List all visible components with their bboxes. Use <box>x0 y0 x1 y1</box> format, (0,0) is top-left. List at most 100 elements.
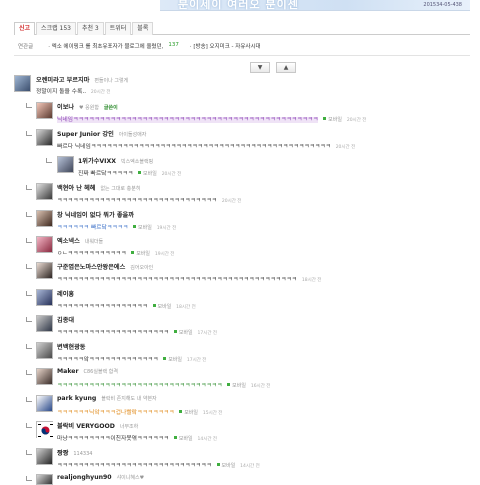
comment-author-sub: 블락비 존지해도 내 약본자 <box>101 396 157 402</box>
related-label: 연관글 <box>18 44 34 50</box>
comment-author-sub: 김어오아인 <box>130 265 154 271</box>
tab-scrap[interactable]: 스크랩 153 <box>36 22 76 35</box>
avatar[interactable] <box>36 342 53 359</box>
comment-text: ㅋㅋㅋㅋㅋㅋ 빠르닼ㅋㅋㅋㅋ 모바일 19시간 전 <box>57 222 176 231</box>
comment-author[interactable]: 레이흥 <box>57 291 74 298</box>
prev-page-button[interactable]: ▲ <box>276 62 296 73</box>
reply-arrow-icon <box>26 397 32 402</box>
avatar[interactable] <box>36 102 53 119</box>
avatar[interactable] <box>36 395 53 412</box>
comment-mobile: 모바일 <box>163 357 182 363</box>
comment-meta: 창 닉네임이 없다 뭐가 좋을까 <box>57 210 134 219</box>
avatar[interactable] <box>57 156 74 173</box>
comment-author[interactable]: 변백현광동 <box>57 344 85 351</box>
comment-author[interactable]: park kyung <box>57 395 96 402</box>
comment-author[interactable]: 구준엽은노마스안왕은에스 <box>57 264 125 271</box>
tab-block[interactable]: 블록 <box>132 22 154 35</box>
avatar[interactable] <box>36 210 53 227</box>
reply-arrow-icon <box>26 317 32 322</box>
comment-body: ㅋㅋㅋㅋㅋㅋ 빠르닼ㅋㅋㅋㅋ <box>57 225 129 231</box>
comment-meta: Super Junior 강인 아이돌성애자 <box>57 129 146 138</box>
comment-body: 빠르다 닉네임ㅋㅋㅋㅋㅋㅋㅋㅋㅋㅋㅋㅋㅋㅋㅋㅋㅋㅋㅋㅋㅋㅋㅋㅋㅋㅋㅋㅋㅋㅋㅋㅋㅋ… <box>57 144 331 150</box>
comment-meta: Maker C86실블랙 합격 <box>57 368 118 375</box>
comment-mobile: 모바일 <box>227 383 246 389</box>
korea-flag-icon <box>37 422 54 439</box>
comment-author-sub: 114334 <box>73 451 93 457</box>
comment-mobile: 모바일 <box>323 117 342 123</box>
comment-time: 19시간 전 <box>154 252 175 257</box>
comment-meta: park kyung 블락비 존지해도 내 약본자 <box>57 395 157 402</box>
tab-twitter[interactable]: 트위터 <box>104 22 132 35</box>
avatar[interactable] <box>36 183 53 200</box>
reply-arrow-icon <box>26 476 32 481</box>
tab-report[interactable]: 신고 <box>14 22 36 35</box>
comment-author-sub: 빅스엑소블랙핑 <box>120 159 154 165</box>
comment-body: 정말이지 돌을 수록.. <box>36 89 87 95</box>
comment-time: 15시간 전 <box>202 411 223 416</box>
comment-mobile: 모바일 <box>153 304 172 310</box>
banner-code: 201534-05-438 <box>423 2 462 8</box>
avatar[interactable] <box>36 129 53 146</box>
comment-author-sub: 내워더들 <box>84 239 104 245</box>
comment-author[interactable]: 이보나 <box>57 104 74 111</box>
reply-arrow-icon <box>26 291 32 296</box>
reply-arrow-icon <box>46 158 52 163</box>
comment-mobile: 모바일 <box>174 330 193 336</box>
comment-author[interactable]: 창 닉네임이 없다 뭐가 좋을까 <box>57 212 134 219</box>
related-item[interactable]: · 엑소 에이핑크 를 최초유포자가 블로그에 올렸던, <box>48 42 163 50</box>
next-page-button[interactable]: ▼ <box>250 62 270 73</box>
divider <box>14 55 470 56</box>
top-banner[interactable]: 분이세이 여러오 분이센 201534-05-438 <box>160 0 470 11</box>
comment-meta: 김종대 <box>57 315 74 324</box>
comment-time: 14시간 전 <box>197 437 218 442</box>
comment-text: ㅋㅋㅋㅋㅋㅋㅋㅋㅋㅋㅋㅋㅋㅋㅋㅋㅋㅋㅋㅋㅋㅋㅋㅋㅋㅋㅋㅋㅋㅋㅋ 모바일 16시간… <box>57 380 270 389</box>
related-item[interactable]: · [방송] 오지미크 - 자유사시대 <box>190 42 261 50</box>
comment-author[interactable]: Super Junior 강인 <box>57 131 114 138</box>
comment-time: 20시간 전 <box>221 199 242 204</box>
comment-text: ㅋㅋㅋㅋㅋㅋㅋㅋㅋㅋㅋㅋㅋㅋㅋㅋㅋㅋㅋㅋㅋㅋㅋㅋㅋㅋㅋㅋㅋㅋㅋㅋㅋㅋㅋㅋㅋㅋㅋㅋ… <box>57 274 321 283</box>
reply-arrow-icon <box>26 185 32 190</box>
reply-arrow-icon <box>26 450 32 455</box>
reply-arrow-icon <box>26 212 32 217</box>
comment-text: ㅋㅋㅋㅋㅋㅋㅋㅋㅋㅋㅋㅋㅋㅋㅋㅋㅋㅋㅋㅋㅋ 모바일 17시간 전 <box>57 327 217 336</box>
comment-mobile: 모바일 <box>138 171 157 177</box>
comment-meta: 구준엽은노마스안왕은에스 김어오아인 <box>57 262 153 271</box>
comment-time: 16시간 전 <box>250 384 271 389</box>
comment-author[interactable]: 오렌미라고 부르지마 <box>36 77 89 84</box>
comment-text: 닉네임ㅋㅋㅋㅋㅋㅋㅋㅋㅋㅋㅋㅋㅋㅋㅋㅋㅋㅋㅋㅋㅋㅋㅋㅋㅋㅋㅋㅋㅋㅋㅋㅋㅋㅋㅋㅋㅋ… <box>57 114 366 123</box>
reply-arrow-icon <box>26 103 32 108</box>
comment-author[interactable]: 1위가수VIXX <box>78 158 116 165</box>
comment-author[interactable]: 김종대 <box>57 317 74 324</box>
tab-recommend[interactable]: 추천 3 <box>76 22 104 35</box>
comment-author[interactable]: 짱짱 <box>57 450 68 457</box>
avatar[interactable] <box>36 448 53 465</box>
action-tabs: 신고 스크랩 153 추천 3 트위터 블록 <box>14 22 470 35</box>
reply-arrow-icon <box>26 423 32 428</box>
avatar[interactable] <box>36 262 53 279</box>
comment-time: 20시간 전 <box>346 118 367 123</box>
comment-time: 18시간 전 <box>176 305 196 310</box>
reply-arrow-icon <box>26 370 32 375</box>
reply-arrow-icon <box>26 238 32 243</box>
author-badge: 글쓴이 <box>103 105 118 111</box>
comment-time: 18시간 전 <box>301 278 322 283</box>
comment-time: 20시간 전 <box>335 145 356 150</box>
comment-author-sub: 아이돌성애자 <box>118 132 147 138</box>
avatar[interactable] <box>36 421 54 439</box>
avatar[interactable] <box>36 236 53 253</box>
comment-author[interactable]: Maker <box>57 368 79 375</box>
comment-mobile: 모바일 <box>217 463 236 469</box>
comment-text: ㅋㅋㅋㅋㅋㅋㅋㅋㅋㅋㅋㅋㅋㅋㅋㅋㅋㅋㅋㅋㅋㅋㅋㅋㅋㅋㅋㅋㅋ 모바일 14시간 전 <box>57 460 260 469</box>
comment-author[interactable]: 엑소넥스 <box>57 238 80 245</box>
avatar[interactable] <box>36 474 53 485</box>
avatar[interactable] <box>36 315 53 332</box>
comment-author[interactable]: 블락비 VERYGOOD <box>57 423 115 430</box>
avatar[interactable] <box>36 289 53 306</box>
comment-meta: 백현아 난 헤헤 없는 그대로 충분히 <box>57 183 140 192</box>
comment-author[interactable]: realjonghyun90 <box>57 474 112 481</box>
comment-body: ㅋㅋㅋㅋㅋㅋㅋㅋㅋㅋㅋㅋㅋㅋㅋㅋㅋㅋㅋㅋㅋㅋㅋㅋㅋㅋㅋㅋㅋㅋㅋㅋㅋㅋㅋㅋㅋㅋㅋㅋ… <box>57 277 297 283</box>
avatar[interactable] <box>36 368 53 385</box>
comment-author[interactable]: 백현아 난 헤헤 <box>57 185 95 192</box>
comment-body: 진짜 빠르닼ㅋㅋㅋㅋㅋ <box>78 171 134 177</box>
avatar[interactable] <box>14 75 31 92</box>
